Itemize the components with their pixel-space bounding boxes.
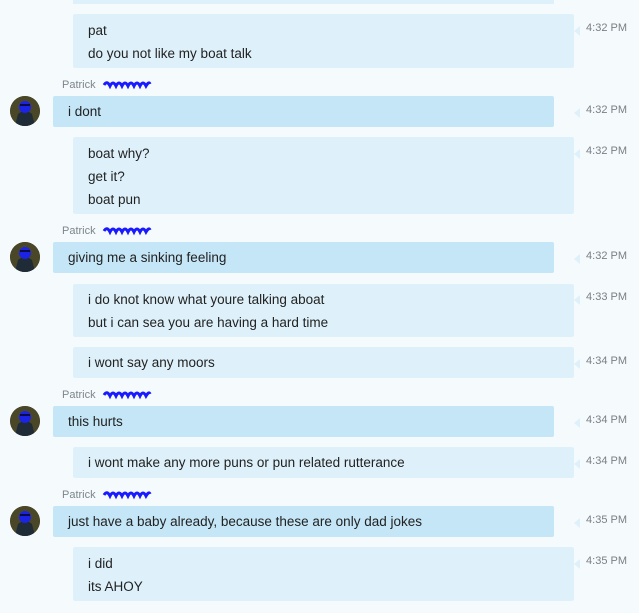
sender-name: Patrick	[62, 389, 152, 401]
message-text: i wont say any moors	[88, 355, 215, 370]
message-bubble-outgoing[interactable]: pat do you not like my boat talk	[73, 14, 574, 68]
message-bubble-incoming[interactable]: giving me a sinking feeling	[53, 242, 554, 273]
message-text: pat	[88, 23, 107, 38]
message-text: i wont make any more puns or pun related…	[88, 455, 405, 470]
message-timestamp: 4:32 PM	[574, 145, 627, 159]
message-timestamp: 4:35 PM	[574, 555, 627, 569]
message-text: but i can sea you are having a hard time	[88, 315, 329, 330]
message-text: boat pun	[88, 192, 141, 207]
sender-name-text: Patrick	[62, 389, 96, 401]
message-text: just have a baby already, because these …	[68, 514, 422, 529]
message-bubble-outgoing[interactable]: i did its AHOY	[73, 547, 574, 601]
sender-name-text: Patrick	[62, 79, 96, 91]
message-timestamp: 4:34 PM	[574, 414, 627, 428]
message-text: boat why?	[88, 146, 150, 161]
message-timestamp: 4:32 PM	[574, 250, 627, 264]
message-timestamp: 4:32 PM	[574, 22, 627, 36]
message-text: this hurts	[68, 414, 123, 429]
sender-name-text: Patrick	[62, 489, 96, 501]
avatar-icon[interactable]	[10, 506, 40, 536]
redaction-scribble-icon	[102, 491, 152, 500]
chat-top-bubble-edge	[73, 0, 554, 4]
message-timestamp: 4:33 PM	[574, 291, 627, 305]
redaction-scribble-icon	[102, 227, 152, 236]
redaction-scribble-icon	[102, 81, 152, 90]
redaction-scribble-icon	[102, 391, 152, 400]
avatar-icon[interactable]	[10, 406, 40, 436]
message-bubble-incoming[interactable]: just have a baby already, because these …	[53, 506, 554, 537]
avatar-icon[interactable]	[10, 96, 40, 126]
message-bubble-outgoing[interactable]: i wont make any more puns or pun related…	[73, 447, 574, 478]
message-text: i did	[88, 556, 113, 571]
message-text: giving me a sinking feeling	[68, 250, 227, 265]
message-text: i do knot know what youre talking aboat	[88, 292, 325, 307]
sender-name: Patrick	[62, 225, 152, 237]
message-timestamp: 4:32 PM	[574, 104, 627, 118]
message-text: its AHOY	[88, 579, 143, 594]
message-text: get it?	[88, 169, 125, 184]
message-timestamp: 4:34 PM	[574, 455, 627, 469]
message-text: do you not like my boat talk	[88, 46, 252, 61]
message-timestamp: 4:34 PM	[574, 355, 627, 369]
message-timestamp: 4:35 PM	[574, 514, 627, 528]
message-bubble-outgoing[interactable]: i wont say any moors	[73, 347, 574, 378]
message-bubble-incoming[interactable]: this hurts	[53, 406, 554, 437]
message-bubble-incoming[interactable]: i dont	[53, 96, 554, 127]
message-text: i dont	[68, 104, 102, 119]
message-bubble-outgoing[interactable]: boat why? get it? boat pun	[73, 137, 574, 214]
sender-name-text: Patrick	[62, 225, 96, 237]
sender-name: Patrick	[62, 79, 152, 91]
message-bubble-outgoing[interactable]: i do knot know what youre talking aboat …	[73, 284, 574, 337]
sender-name: Patrick	[62, 489, 152, 501]
avatar-icon[interactable]	[10, 242, 40, 272]
